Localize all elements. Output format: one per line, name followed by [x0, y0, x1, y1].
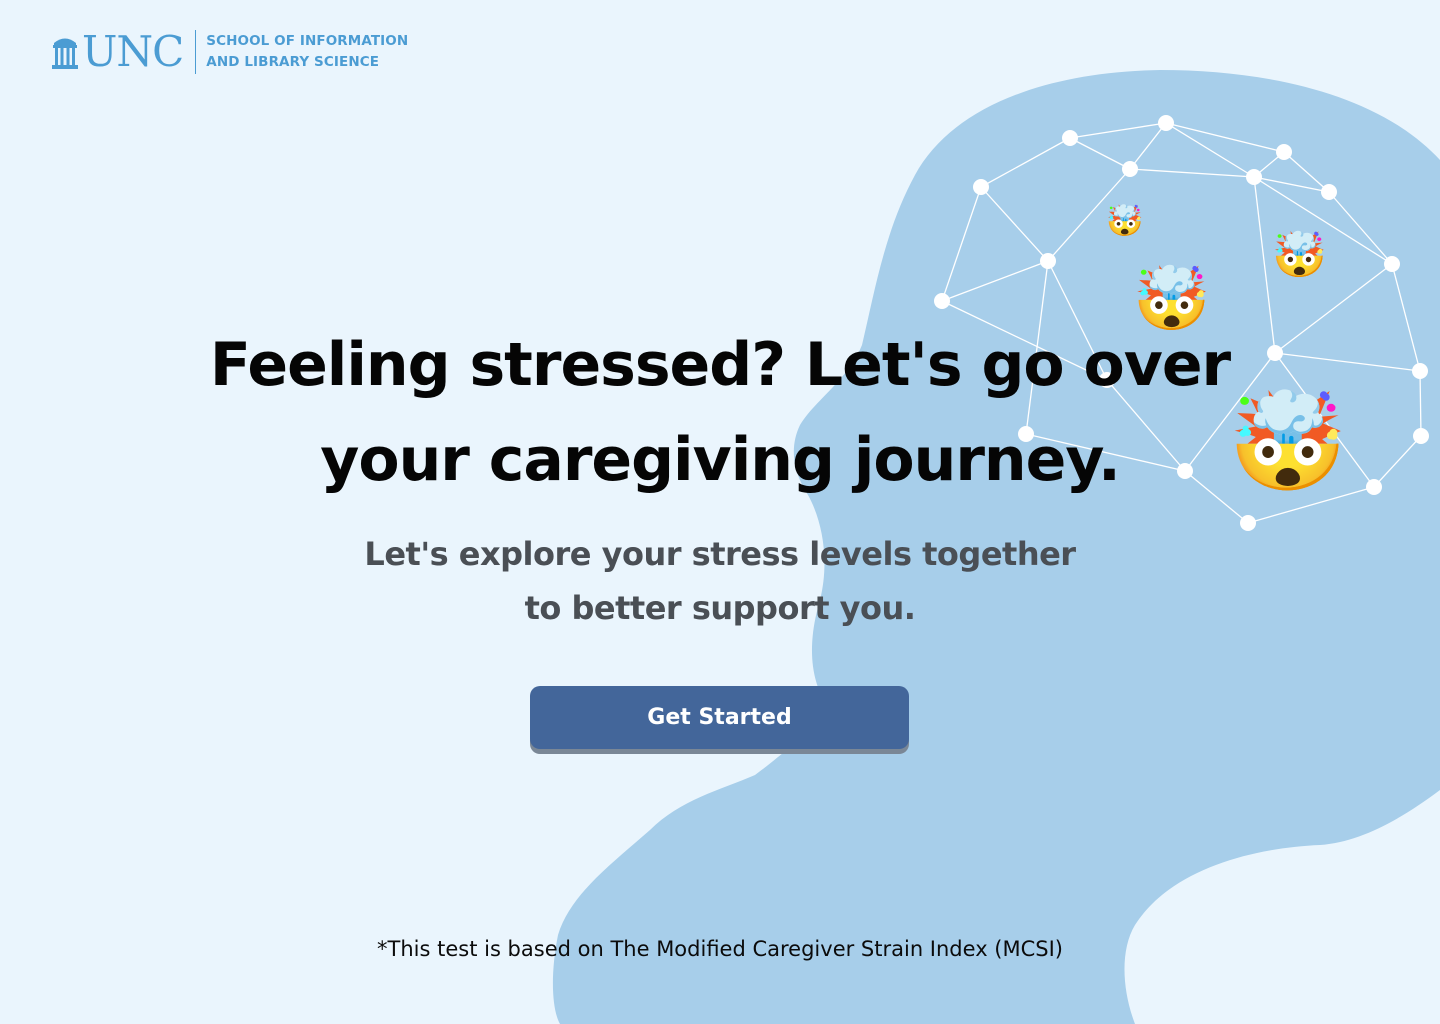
network-node: [934, 293, 950, 309]
page-subheadline: Let's explore your stress levels togethe…: [220, 527, 1220, 635]
logo-school-line1: SCHOOL OF INFORMATION: [206, 33, 409, 49]
logo-school-name: SCHOOL OF INFORMATION AND LIBRARY SCIENC…: [206, 31, 408, 73]
network-node: [1321, 184, 1337, 200]
old-well-icon: [52, 38, 78, 69]
logo-divider: [195, 30, 197, 74]
logo-mark: UNC: [52, 27, 184, 76]
exploding-head-icon: 🤯: [1106, 204, 1144, 239]
network-node: [1062, 130, 1078, 146]
logo-wordmark: UNC: [82, 27, 184, 76]
headline-line-2: your caregiving journey.: [320, 425, 1121, 495]
subheadline-line-1: Let's explore your stress levels togethe…: [364, 535, 1076, 573]
exploding-head-icon: 🤯: [1272, 230, 1327, 281]
page-headline: Feeling stressed? Let's go over your car…: [150, 318, 1290, 508]
network-node: [1384, 256, 1400, 272]
network-node: [1246, 169, 1262, 185]
network-node: [1240, 515, 1256, 531]
network-node: [1158, 115, 1174, 131]
network-node: [1276, 144, 1292, 160]
logo-school-line2: AND LIBRARY SCIENCE: [206, 54, 380, 70]
network-node: [1122, 161, 1138, 177]
network-node: [973, 179, 989, 195]
head-silhouette-illustration: [552, 70, 1440, 1024]
subheadline-line-2: to better support you.: [524, 589, 916, 627]
unc-sils-logo: UNC SCHOOL OF INFORMATION AND LIBRARY SC…: [52, 30, 408, 74]
network-node: [1366, 479, 1382, 495]
network-node: [1413, 428, 1429, 444]
mcsi-footnote: *This test is based on The Modified Care…: [377, 937, 1063, 961]
headline-line-1: Feeling stressed? Let's go over: [209, 330, 1231, 400]
network-node: [1412, 363, 1428, 379]
get-started-button[interactable]: Get Started: [530, 686, 909, 749]
network-node: [1040, 253, 1056, 269]
